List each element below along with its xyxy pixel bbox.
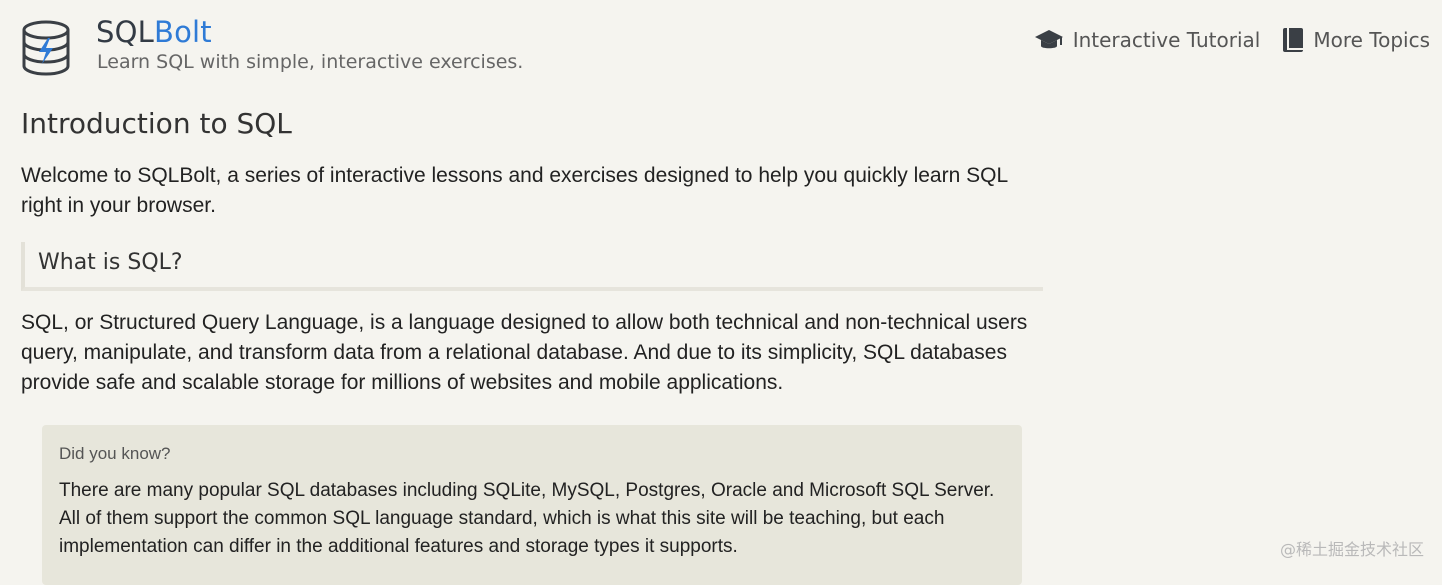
callout-title: Did you know?	[59, 444, 171, 463]
book-icon	[1282, 27, 1304, 53]
watermark: @稀土掘金技术社区	[1279, 540, 1424, 559]
nav-more-topics[interactable]: More Topics	[1282, 27, 1430, 53]
main-content: Introduction to SQL Welcome to SQLBolt, …	[21, 100, 1046, 398]
intro-paragraph: Welcome to SQLBolt, a series of interact…	[21, 164, 1008, 217]
top-nav: Interactive Tutorial More Topics	[1034, 27, 1430, 53]
nav-interactive-tutorial-label: Interactive Tutorial	[1072, 28, 1261, 52]
database-bolt-icon[interactable]	[22, 20, 70, 76]
graduation-cap-icon	[1034, 28, 1064, 52]
section-heading: What is SQL?	[21, 242, 1043, 291]
did-you-know-callout: Did you know? There are many popular SQL…	[42, 425, 1022, 585]
page-title: Introduction to SQL	[21, 107, 292, 140]
section-body: SQL, or Structured Query Language, is a …	[21, 311, 1028, 394]
brand-part-bolt: Bolt	[154, 15, 212, 49]
callout-text: There are many popular SQL databases inc…	[59, 480, 995, 557]
brand-part-sql: SQL	[96, 15, 154, 49]
site-brand[interactable]: SQLBolt	[96, 14, 212, 50]
nav-interactive-tutorial[interactable]: Interactive Tutorial	[1034, 28, 1261, 52]
nav-more-topics-label: More Topics	[1313, 28, 1430, 52]
site-tagline: Learn SQL with simple, interactive exerc…	[97, 51, 524, 73]
site-header: SQLBolt Learn SQL with simple, interacti…	[0, 0, 1442, 90]
